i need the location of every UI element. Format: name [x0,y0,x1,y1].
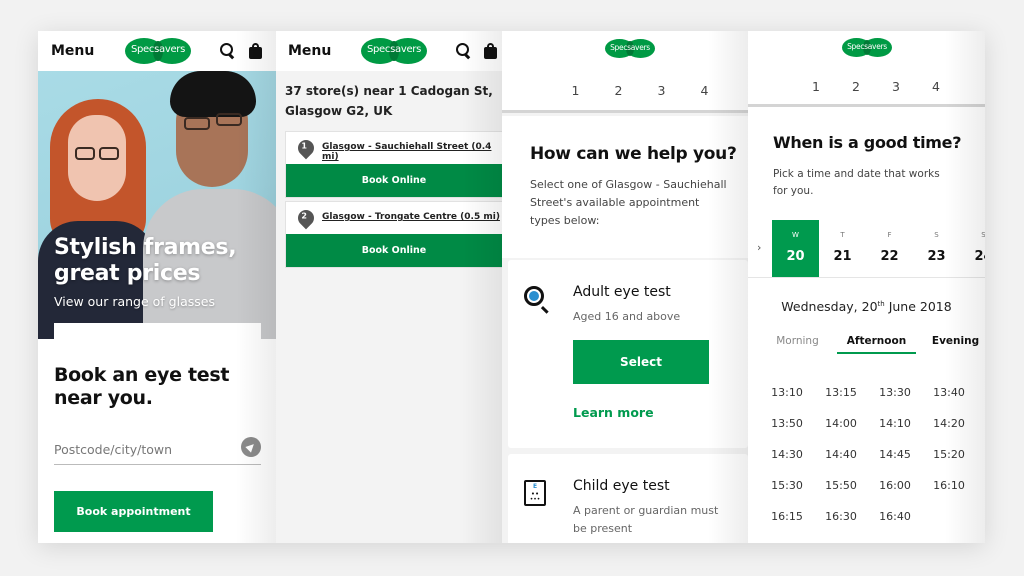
time-slot[interactable]: 14:10 [868,417,922,433]
appointment-card-adult: Adult eye test Aged 16 and above Select … [508,260,748,448]
date-option[interactable]: S24 [960,220,985,277]
page-description: Pick a time and date that works for you. [773,168,940,197]
time-slot[interactable]: 14:45 [868,448,922,464]
time-slot[interactable]: 13:30 [868,386,922,402]
learn-more-link[interactable]: Learn more [573,405,654,420]
specsavers-logo[interactable]: Specsavers [361,38,427,64]
card-subtitle: A parent or guardian must be present [573,504,719,535]
time-slot[interactable]: 16:15 [760,510,814,526]
date-option-selected[interactable]: W 20 [772,220,819,277]
book-online-button[interactable]: Book Online [286,164,502,197]
date-option[interactable]: T 21 [819,220,866,277]
store-item: 2 Glasgow - Trongate Centre (0.5 mi) Boo… [285,201,502,268]
progress-steps: 1 2 3 4 [796,79,956,94]
step-4[interactable]: 4 [916,79,956,94]
store-link[interactable]: Glasgow - Trongate Centre (0.5 mi) [322,212,500,222]
time-slot[interactable]: 13:50 [760,417,814,433]
page-title: When is a good time? [773,133,962,152]
eye-test-icon [524,286,544,306]
map-pin-icon: 2 [294,206,318,230]
time-slot[interactable]: 16:10 [922,479,976,495]
time-slot[interactable]: 14:30 [760,448,814,464]
home-screen: Stylish frames, great prices View our ra… [38,31,276,543]
step-2[interactable]: 2 [597,83,640,98]
step-3[interactable]: 3 [640,83,683,98]
time-slot[interactable]: 15:30 [760,479,814,495]
locate-me-icon[interactable] [241,437,261,457]
date-option[interactable]: S 23 [913,220,960,277]
map-pin-icon: 1 [294,136,318,160]
time-slot-grid: 13:10 13:15 13:30 13:40 13:50 14:00 14:10 14:20… [760,386,976,526]
header: Specsavers 1 2 3 4 [748,31,985,107]
glasses-decoration [75,147,95,160]
store-link[interactable]: Glasgow - Sauchiehall Street (0.4 mi) [322,142,502,162]
time-slot[interactable]: 15:50 [814,479,868,495]
select-button[interactable]: Select [573,340,709,384]
time-slot[interactable]: 13:15 [814,386,868,402]
postcode-field [54,437,261,465]
date-picker: W20 T21 F22 S23 S24 [772,220,985,277]
book-appointment-button[interactable]: Book appointment [54,491,213,532]
header: Specsavers 1 2 3 4 [502,31,748,113]
time-of-day-tabs: Morning Afternoon Evening [758,335,985,354]
take-a-look-button[interactable]: Take a look [54,323,261,339]
time-slot[interactable]: 16:30 [814,510,868,526]
time-slot[interactable]: 16:00 [868,479,922,495]
divider [748,277,985,278]
appointment-card-child: E •• ••• Child eye test A parent or guar… [508,454,748,543]
page-description: Select one of Glasgow - Sauchiehall Stre… [530,178,727,227]
step-4[interactable]: 4 [683,83,726,98]
step-3[interactable]: 3 [876,79,916,94]
hero-banner: Stylish frames, great prices View our ra… [38,71,276,339]
hero-title: Stylish frames, great prices [54,235,237,286]
selected-date-label: Wednesday, 20th June 2018 [781,299,952,314]
time-slot[interactable]: 13:40 [922,386,976,402]
header: Menu Specsavers [38,31,276,71]
store-item: 1 Glasgow - Sauchiehall Street (0.4 mi) … [285,131,502,198]
progress-steps: 1 2 3 4 [554,83,726,98]
tab-evening[interactable]: Evening [916,335,985,354]
card-subtitle: Aged 16 and above [573,310,681,323]
screens-collage: Stylish frames, great prices View our ra… [38,31,985,543]
page-title: How can we help you? [530,144,737,164]
specsavers-logo[interactable]: Specsavers [842,38,892,57]
menu-button[interactable]: Menu [51,43,94,59]
store-results-title: 37 store(s) near 1 Cadogan St, Glasgow G… [285,84,493,118]
book-online-button[interactable]: Book Online [286,234,502,267]
menu-button[interactable]: Menu [288,43,331,59]
specsavers-logo[interactable]: Specsavers [605,39,655,58]
tab-afternoon[interactable]: Afternoon [837,335,916,354]
time-selection-screen: Specsavers 1 2 3 4 When is a good time? … [748,31,985,543]
specsavers-logo[interactable]: Specsavers [125,38,191,64]
eye-chart-icon: E •• ••• [524,480,546,506]
card-title: Child eye test [573,478,670,494]
time-slot[interactable]: 14:00 [814,417,868,433]
hero-subtitle: View our range of glasses [54,294,215,309]
search-icon[interactable] [456,43,472,59]
basket-icon[interactable] [484,43,497,59]
chevron-left-icon[interactable]: › [757,241,761,254]
store-results-screen: Menu Specsavers 37 store(s) near 1 Cadog… [276,31,502,543]
time-slot[interactable]: 16:40 [868,510,922,526]
time-slot[interactable]: 14:20 [922,417,976,433]
postcode-input[interactable] [54,442,234,457]
step-2[interactable]: 2 [836,79,876,94]
time-slot[interactable]: 15:20 [922,448,976,464]
basket-icon[interactable] [249,43,262,59]
date-option[interactable]: F 22 [866,220,913,277]
book-section-title: Book an eye test near you. [54,364,230,409]
card-title: Adult eye test [573,284,671,300]
appointment-type-screen: Specsavers 1 2 3 4 How can we help you? … [502,31,748,543]
search-icon[interactable] [220,43,236,59]
header: Menu Specsavers [276,31,502,71]
step-1[interactable]: 1 [796,79,836,94]
tab-morning[interactable]: Morning [758,335,837,354]
time-slot[interactable]: 14:40 [814,448,868,464]
time-slot[interactable]: 13:10 [760,386,814,402]
step-1[interactable]: 1 [554,83,597,98]
